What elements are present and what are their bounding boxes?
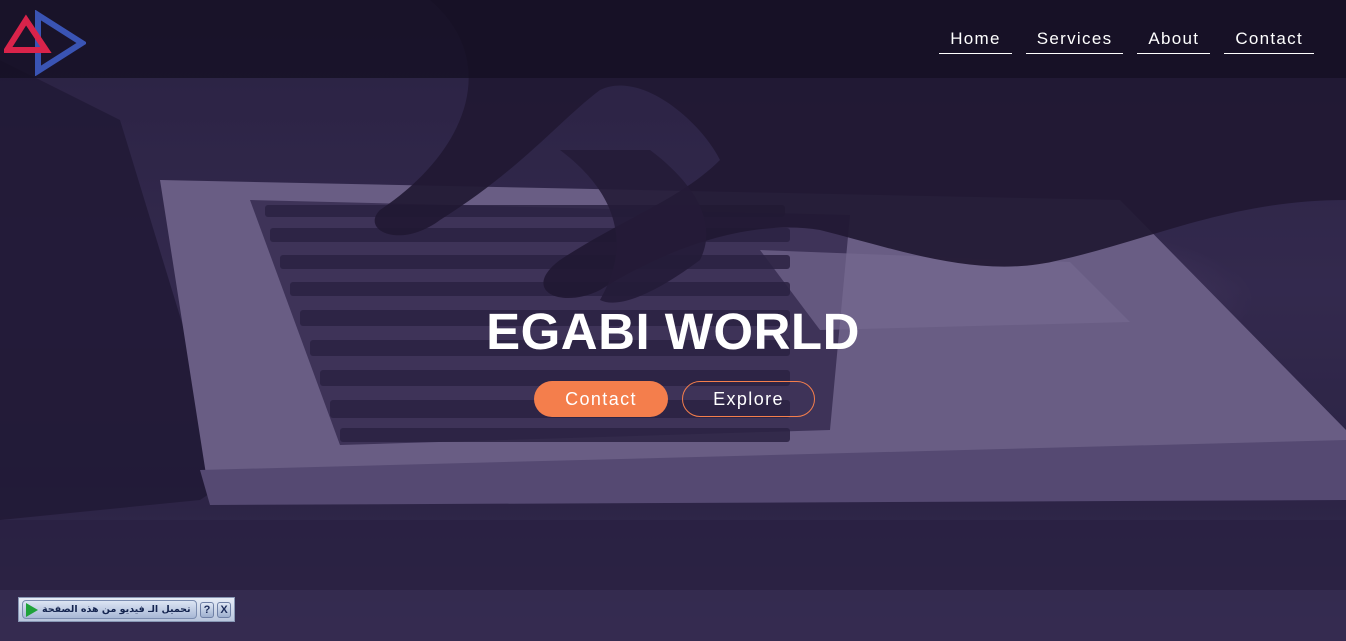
explore-button[interactable]: Explore	[682, 381, 815, 417]
help-button[interactable]: ?	[200, 601, 214, 618]
nav-home[interactable]: Home	[939, 26, 1012, 54]
video-download-button[interactable]: تحميل الـ فيديو من هذه الصفحة	[22, 600, 197, 619]
nav-services[interactable]: Services	[1025, 26, 1124, 54]
nav-contact[interactable]: Contact	[1224, 26, 1314, 54]
main-nav: Home Services About Contact	[939, 26, 1314, 54]
video-download-label: تحميل الـ فيديو من هذه الصفحة	[42, 604, 191, 615]
nav-about[interactable]: About	[1137, 26, 1211, 54]
hero-cta-row: Contact Explore	[534, 381, 815, 417]
hero-title: EGABI WORLD	[486, 303, 860, 360]
play-icon	[26, 602, 38, 617]
close-button[interactable]: X	[217, 601, 231, 618]
navbar: Home Services About Contact	[0, 0, 1346, 78]
triangle-play-logo[interactable]	[1, 9, 88, 77]
contact-button[interactable]: Contact	[534, 381, 668, 417]
video-download-toolbar: تحميل الـ فيديو من هذه الصفحة ? X	[18, 597, 235, 622]
